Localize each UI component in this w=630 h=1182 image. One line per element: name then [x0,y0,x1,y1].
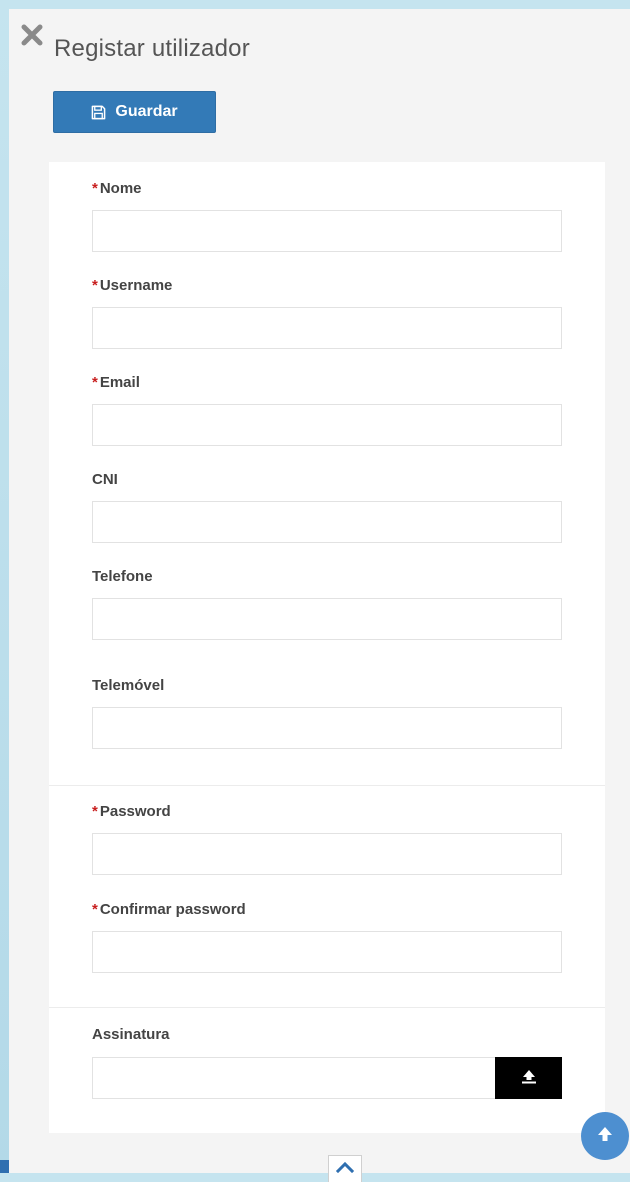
username-label: * Username [92,277,173,294]
assinatura-file-input[interactable] [92,1057,495,1099]
password-label: * Password [92,803,171,820]
nome-label: * Nome [92,180,142,197]
save-button-label: Guardar [115,103,178,120]
telemovel-input[interactable] [92,707,562,749]
confirm-password-label: * Confirmar password [92,901,246,918]
page-left-accent [0,1160,9,1173]
cni-input[interactable] [92,501,562,543]
email-label: * Email [92,374,140,391]
required-marker: * [92,803,98,820]
user-form: * Nome * Username * Email CNI Telefone Tele… [49,162,605,1133]
confirm-password-input[interactable] [92,931,562,973]
collapse-toggle-button[interactable] [328,1155,362,1182]
username-input[interactable] [92,307,562,349]
cni-label: CNI [92,471,118,488]
upload-icon [520,1068,538,1089]
password-input[interactable] [92,833,562,875]
close-icon[interactable] [20,23,44,47]
save-icon [91,105,106,120]
upload-button[interactable] [495,1057,562,1099]
telefone-label: Telefone [92,568,153,585]
required-marker: * [92,277,98,294]
arrow-up-icon [595,1124,615,1149]
required-marker: * [92,180,98,197]
register-user-dialog: Registar utilizador Guardar * Nome * Usern… [9,9,630,1182]
telefone-input[interactable] [92,598,562,640]
save-button[interactable]: Guardar [53,91,216,133]
required-marker: * [92,901,98,918]
chevron-up-icon [335,1160,355,1178]
required-marker: * [92,374,98,391]
dialog-title: Registar utilizador [54,35,250,62]
nome-input[interactable] [92,210,562,252]
email-input[interactable] [92,404,562,446]
scroll-to-top-button[interactable] [581,1112,629,1160]
section-divider [49,1007,605,1008]
telemovel-label: Telemóvel [92,677,165,694]
section-divider [49,785,605,786]
assinatura-label: Assinatura [92,1026,170,1043]
